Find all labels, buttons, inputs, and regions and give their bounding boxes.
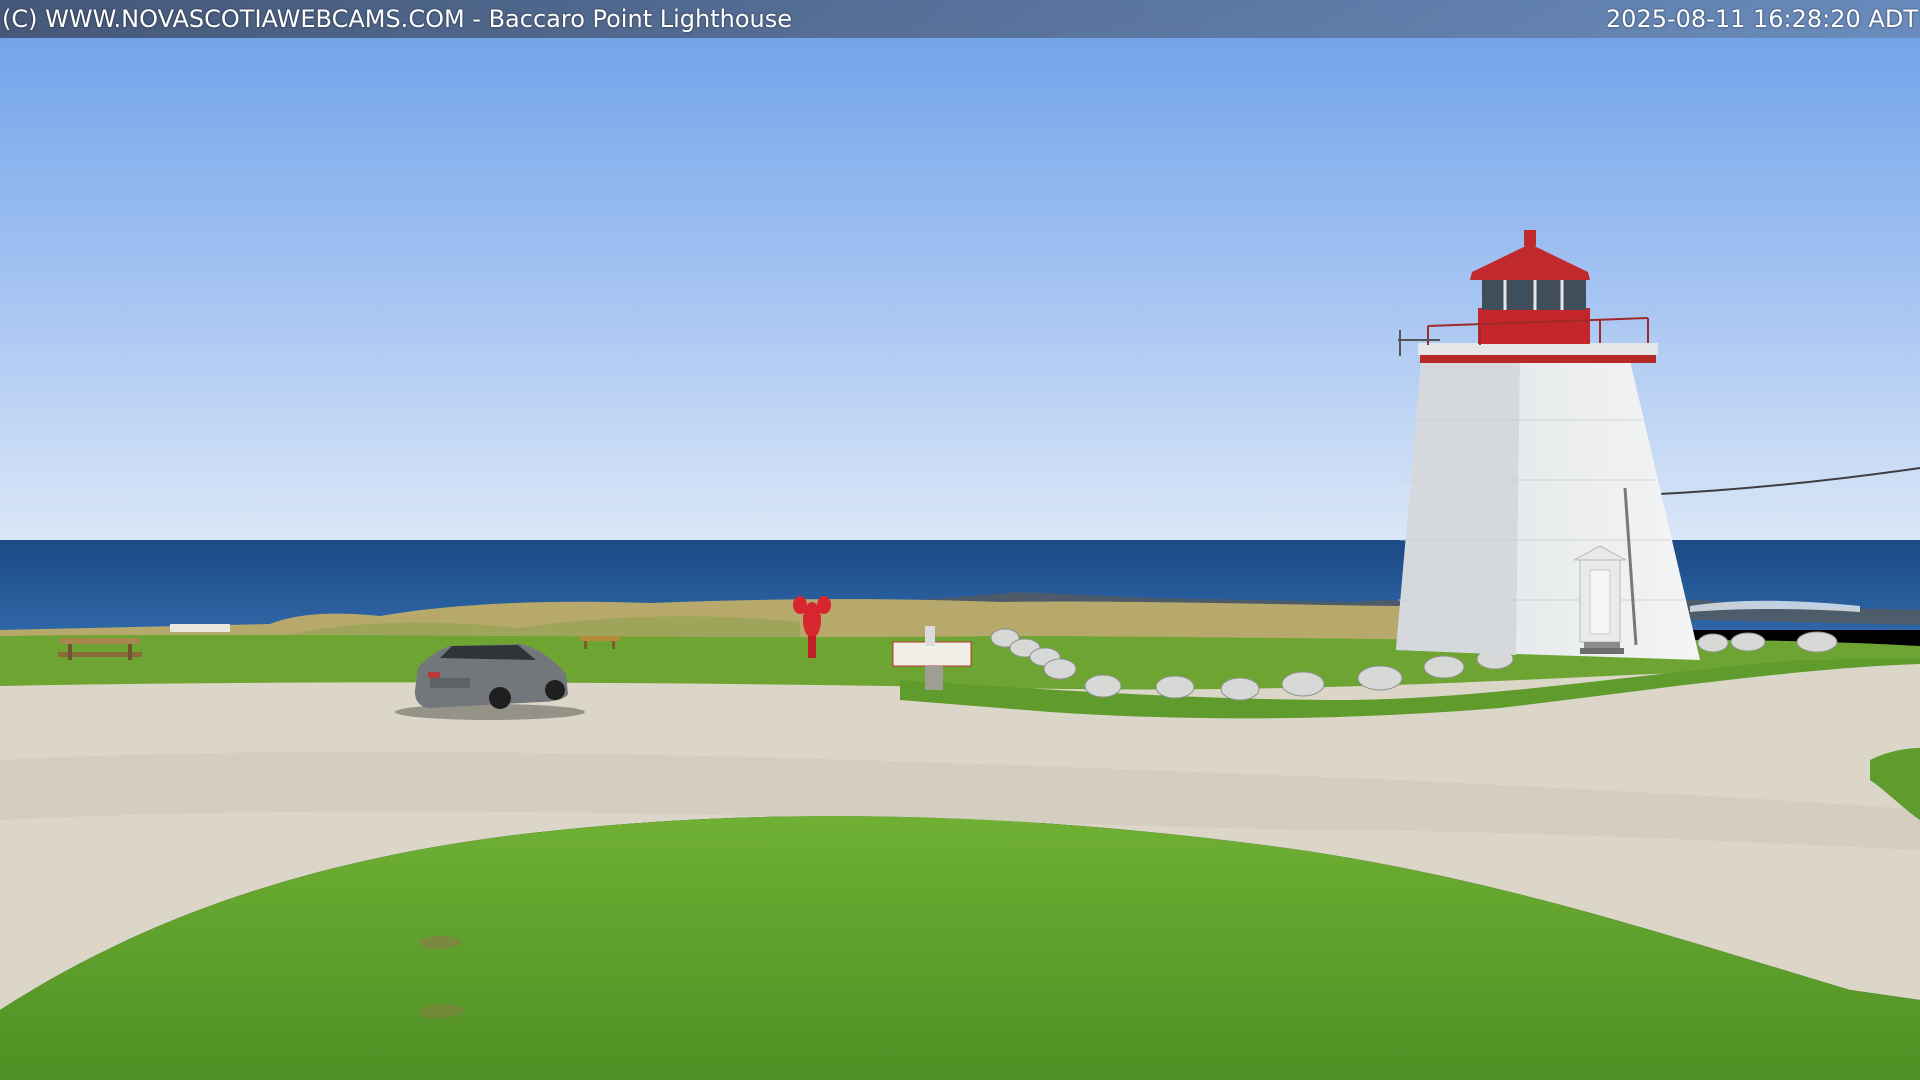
- webcam-timestamp: 2025-08-11 16:28:20 ADT: [1605, 5, 1918, 33]
- roof-vent: [1524, 230, 1536, 246]
- webcam-title: (C) WWW.NOVASCOTIAWEBCAMS.COM - Baccaro …: [2, 5, 792, 33]
- lantern-base: [1478, 308, 1590, 344]
- distant-sign: [170, 624, 230, 632]
- lighthouse-door: [1573, 545, 1627, 654]
- gallery-deck-edge: [1420, 355, 1656, 363]
- gallery-deck: [1418, 343, 1658, 355]
- webcam-scene: [0, 0, 1920, 1080]
- webcam-overlay-bar: (C) WWW.NOVASCOTIAWEBCAMS.COM - Baccaro …: [0, 0, 1920, 38]
